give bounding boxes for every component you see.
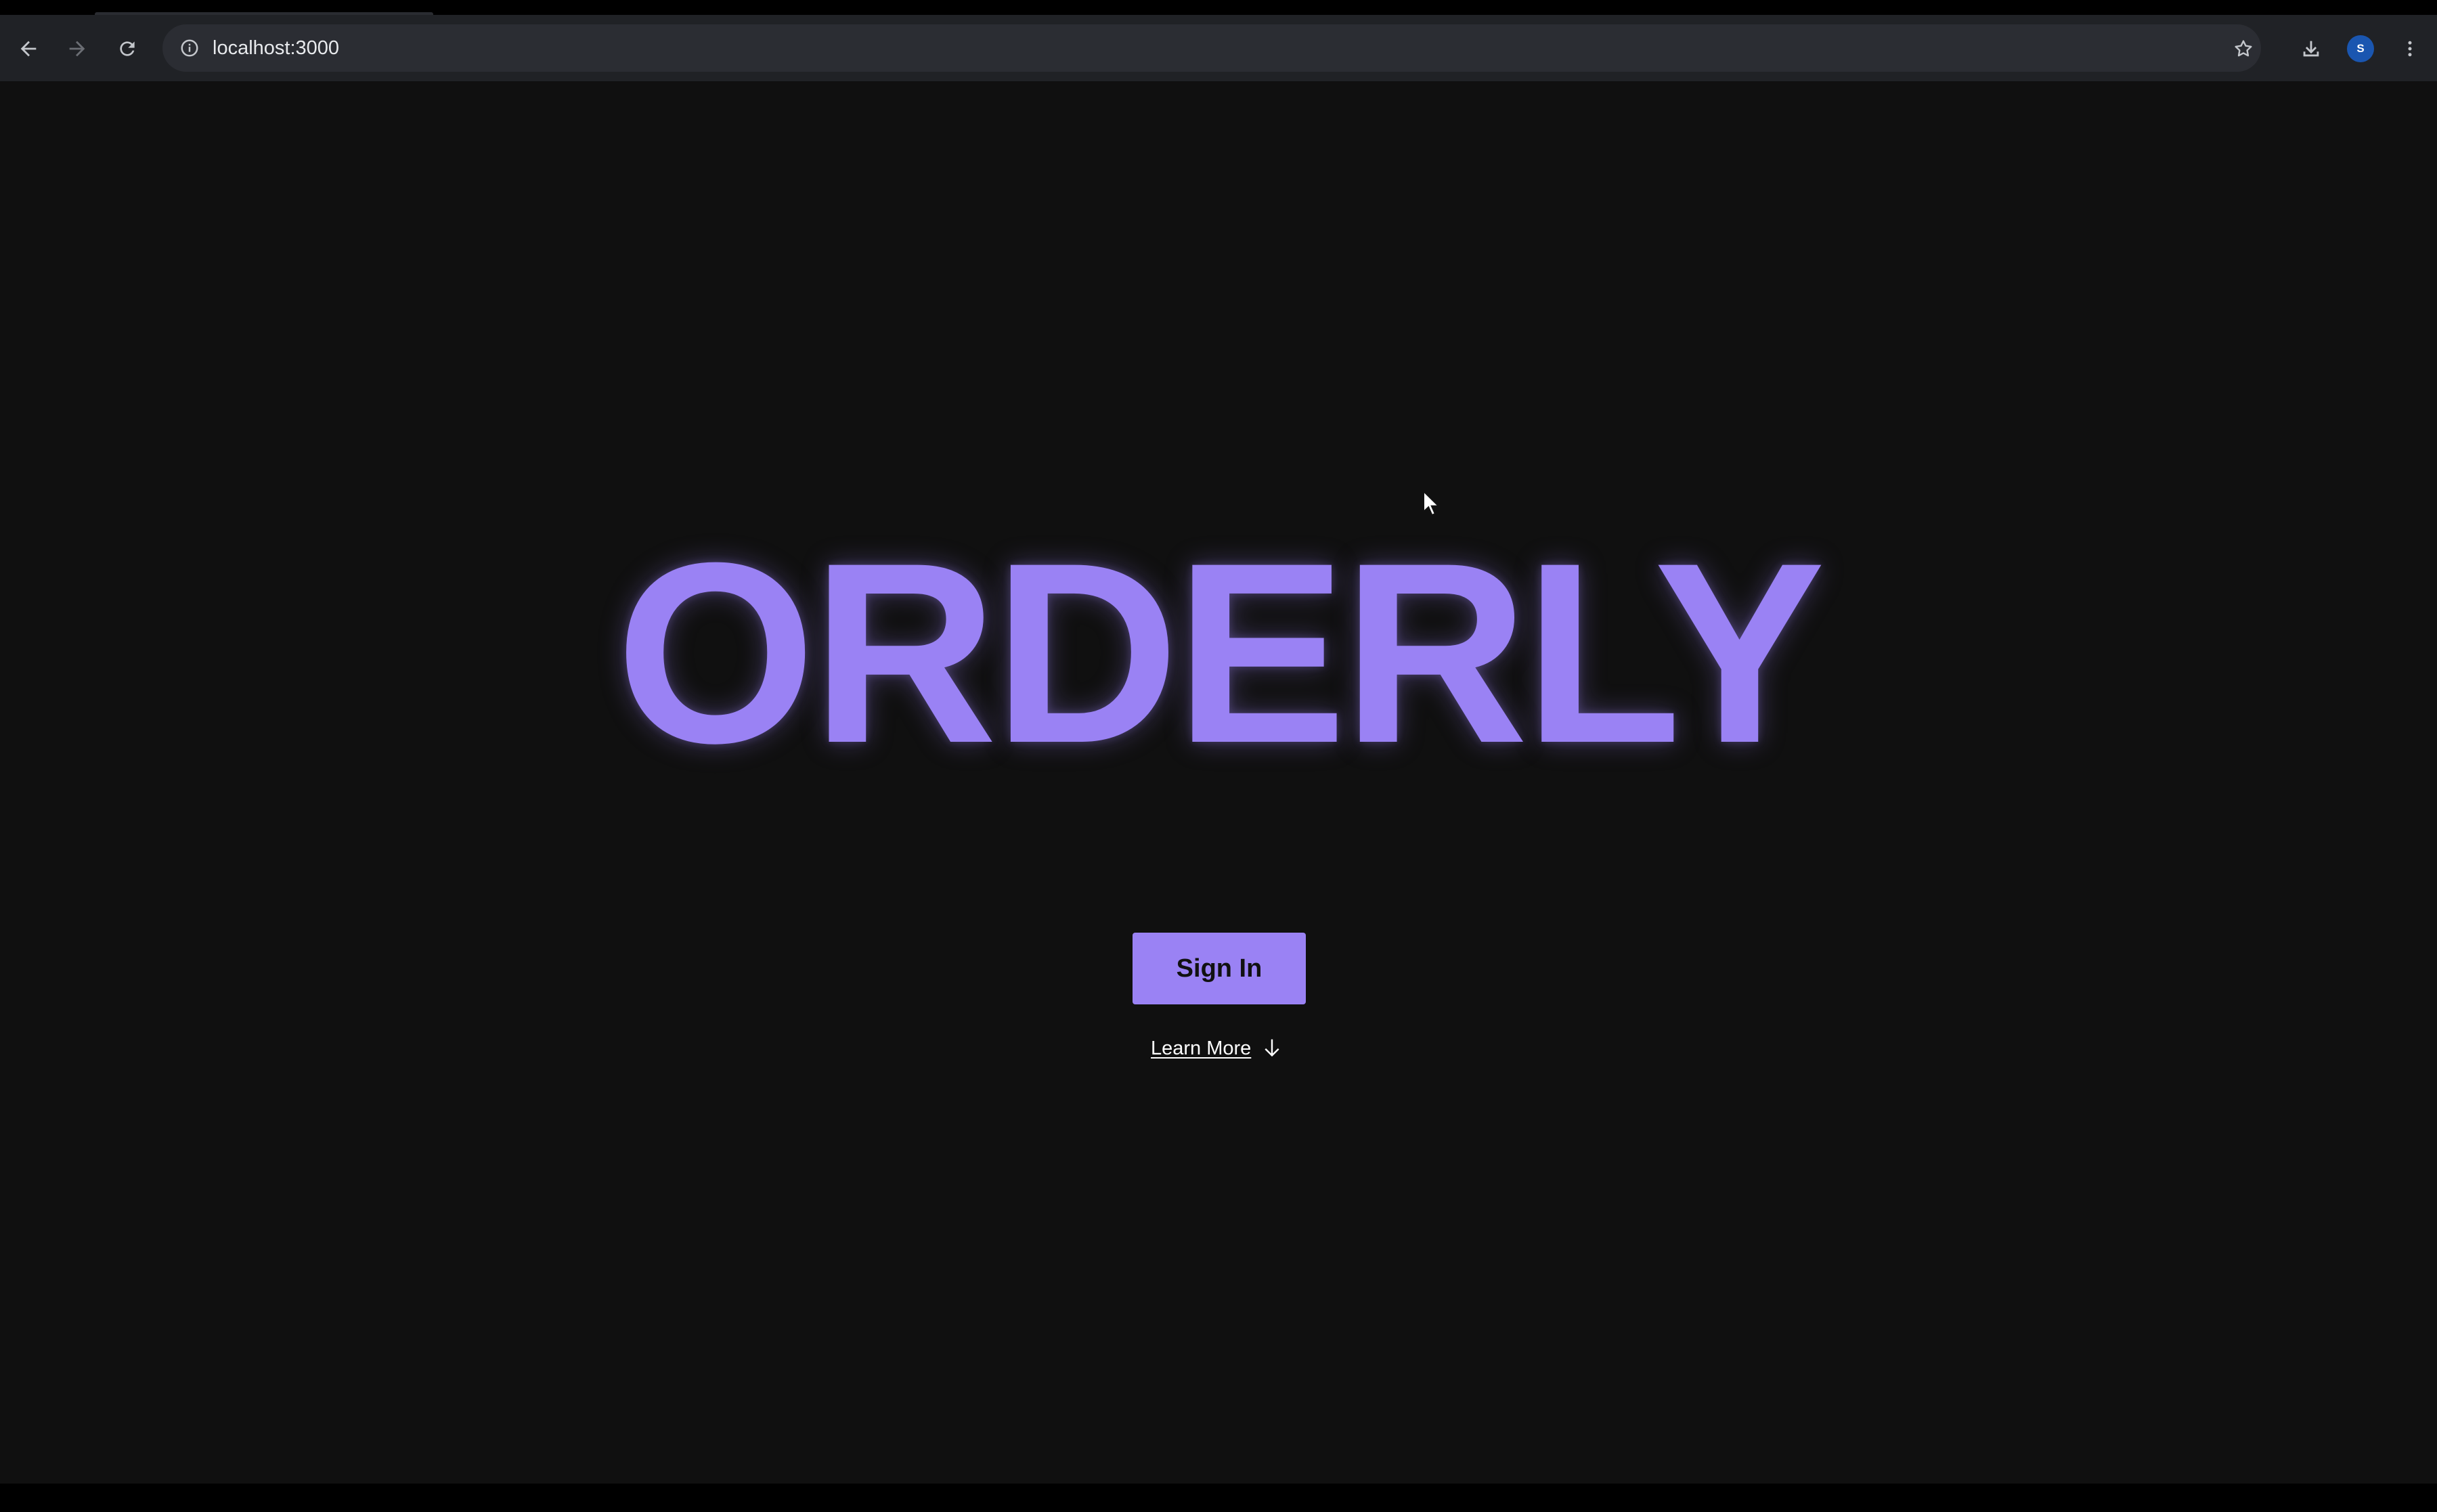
kebab-menu-icon <box>2408 41 2412 57</box>
browser-toolbar: localhost:3000 S <box>0 15 2437 83</box>
download-icon <box>2303 41 2319 57</box>
arrow-right-icon <box>69 41 85 57</box>
site-info-button[interactable] <box>175 33 204 63</box>
downloads-button[interactable] <box>2292 30 2330 68</box>
url-text[interactable]: localhost:3000 <box>213 24 339 72</box>
address-bar[interactable]: localhost:3000 <box>162 24 2261 72</box>
sign-in-button[interactable]: Sign In <box>1133 933 1306 1004</box>
browser-window: localhost:3000 S ORDERLY Sign In Learn M… <box>0 0 2437 1512</box>
mouse-pointer-icon <box>1423 490 1441 516</box>
star-icon <box>2235 40 2252 57</box>
reload-button[interactable] <box>108 30 146 68</box>
info-icon <box>181 39 198 57</box>
forward-button[interactable] <box>58 30 96 68</box>
arrow-left-icon <box>20 41 37 57</box>
reload-icon <box>120 41 135 56</box>
learn-more-label: Learn More <box>1151 1037 1252 1059</box>
window-top-edge <box>0 0 2437 16</box>
browser-menu-button[interactable] <box>2391 30 2429 68</box>
learn-more-link[interactable]: Learn More <box>1151 1032 1282 1065</box>
bookmark-button[interactable] <box>2224 30 2262 68</box>
back-button[interactable] <box>9 30 47 68</box>
orderly-logo: ORDERLY <box>615 509 1826 797</box>
arrow-down-icon <box>1265 1039 1279 1057</box>
profile-avatar[interactable]: S <box>2347 35 2374 62</box>
window-bottom-edge <box>0 1484 2437 1512</box>
